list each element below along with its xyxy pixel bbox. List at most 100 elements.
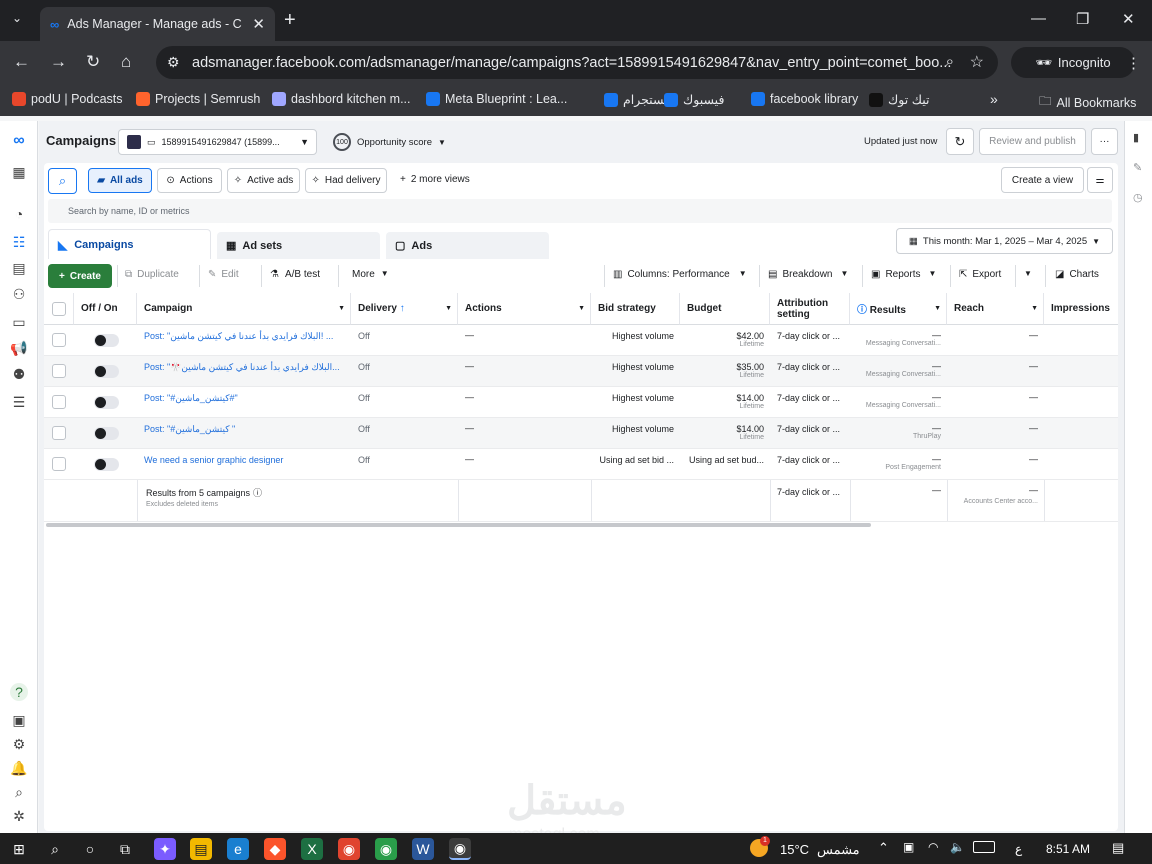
url-input[interactable]: ⚙ adsmanager.facebook.com/adsmanager/man… <box>156 46 998 79</box>
debug-icon[interactable]: ✲ <box>10 807 28 825</box>
weather-temp[interactable]: 15°C <box>780 842 809 857</box>
wifi-icon[interactable]: ◠ <box>928 840 938 854</box>
select-all-checkbox[interactable] <box>51 301 66 316</box>
refresh-button[interactable]: ↻ <box>946 128 974 155</box>
reports-button[interactable]: ▣ Reports ▼ <box>871 269 936 280</box>
tab-search-icon[interactable]: ⌄ <box>12 11 22 25</box>
row-toggle-cell[interactable] <box>74 449 137 479</box>
language-indicator[interactable]: ع <box>1015 842 1022 856</box>
row-checkbox[interactable] <box>52 457 66 471</box>
campaign-name-link[interactable]: Post: "#كيتشن_ماشين " <box>144 418 344 448</box>
bookmark-star-icon[interactable]: ☆ <box>970 52 984 72</box>
account-selector[interactable]: ▭ 1589915491629847 (15899... ▼ <box>118 129 317 155</box>
zoom-icon[interactable]: ⌕ <box>946 53 954 70</box>
browser-menu-icon[interactable]: ⋮ <box>1126 54 1141 72</box>
tab-ads[interactable]: ▢ Ads <box>386 232 549 259</box>
incognito-badge[interactable]: 🕶 Incognito <box>1011 47 1135 78</box>
history-icon[interactable]: ◷ <box>1133 191 1143 204</box>
meta-logo-icon[interactable]: ∞ <box>10 132 28 150</box>
audiences-icon[interactable]: ⚇ <box>10 285 28 303</box>
bookmark-item[interactable]: Meta Blueprint : Lea... <box>426 92 567 106</box>
cortana-icon[interactable]: ○ <box>79 838 101 860</box>
view-all-ads[interactable]: ▰ All ads <box>88 168 152 193</box>
row-toggle-cell[interactable] <box>74 325 137 355</box>
site-info-icon[interactable]: ⚙ <box>167 54 180 71</box>
row-select-cell[interactable] <box>44 387 74 417</box>
header-results[interactable]: ⓘ Results ▼ <box>850 293 947 325</box>
tray-app-icon[interactable]: ▣ <box>903 840 914 854</box>
opportunity-score[interactable]: 100 Opportunity score ▼ <box>333 133 446 151</box>
campaign-toggle[interactable] <box>94 333 119 347</box>
search-toggle-button[interactable]: ⌕ <box>48 168 77 194</box>
edge-icon[interactable]: e <box>227 838 249 860</box>
search-input[interactable]: Search by name, ID or metrics <box>48 199 1112 223</box>
copilot-icon[interactable]: ✦ <box>154 838 176 860</box>
table-row[interactable]: We need a senior graphic designer Off — Usi… <box>44 449 1118 480</box>
close-window-icon[interactable]: ✕ <box>1122 10 1135 28</box>
bookmark-item[interactable]: podU | Podcasts <box>12 92 123 106</box>
bookmarks-overflow-icon[interactable]: » <box>990 91 998 107</box>
header-campaign[interactable]: Campaign ▼ <box>137 293 351 325</box>
bookmark-item[interactable]: تيك توك <box>869 92 930 107</box>
weather-text[interactable]: مشمس <box>817 842 860 858</box>
export-dropdown-icon[interactable]: ▼ <box>1024 269 1032 278</box>
duplicate-button[interactable]: ⧉ Duplicate <box>125 269 179 280</box>
windows-start-icon[interactable]: ⊞ <box>8 838 30 860</box>
view-had-delivery[interactable]: ✧ Had delivery <box>305 168 387 193</box>
people-icon[interactable]: ⚉ <box>10 365 28 383</box>
campaign-toggle[interactable] <box>94 395 119 409</box>
header-select-all[interactable] <box>44 293 74 325</box>
maximize-icon[interactable]: ❐ <box>1076 10 1089 28</box>
more-views-button[interactable]: +2 more views <box>400 174 470 185</box>
info-icon[interactable]: ⓘ <box>253 486 262 499</box>
all-tools-icon[interactable]: ☰ <box>10 393 28 411</box>
create-button[interactable]: + Create <box>48 264 112 288</box>
horizontal-scrollbar[interactable] <box>46 523 871 527</box>
header-bid-strategy[interactable]: Bid strategy <box>591 293 680 325</box>
view-actions[interactable]: ⊙ Actions <box>157 168 222 193</box>
create-view-button[interactable]: Create a view <box>1001 167 1084 193</box>
breakdown-button[interactable]: ▤ Breakdown ▼ <box>768 269 848 280</box>
row-select-cell[interactable] <box>44 418 74 448</box>
campaign-name-link[interactable]: Post: "البلاك فرايدي بدأ عندنا في كيتشن … <box>144 325 344 355</box>
feedback-icon[interactable]: ▣ <box>10 711 28 729</box>
tray-chevron-icon[interactable]: ⌃ <box>878 840 889 856</box>
close-tab-icon[interactable]: ✕ <box>252 15 265 33</box>
brave-icon[interactable]: ◆ <box>264 838 286 860</box>
more-button[interactable]: More ▼ <box>352 269 389 280</box>
row-checkbox[interactable] <box>52 426 66 440</box>
row-checkbox[interactable] <box>52 364 66 378</box>
chrome-icon[interactable]: ◉ <box>338 838 360 860</box>
header-budget[interactable]: Budget <box>680 293 770 325</box>
clock[interactable]: 8:51 AM <box>1046 842 1090 856</box>
taskbar-search-icon[interactable]: ⌕ <box>44 838 66 860</box>
campaign-name-link[interactable]: Post: "#كيتشن_ماشين#" <box>144 387 344 417</box>
ab-test-button[interactable]: ⚗ A/B test <box>270 269 320 280</box>
header-actions[interactable]: Actions ▼ <box>458 293 591 325</box>
row-checkbox[interactable] <box>52 333 66 347</box>
campaign-toggle[interactable] <box>94 426 119 440</box>
home-icon[interactable]: ⌂ <box>121 52 131 72</box>
edit-pencil-icon[interactable]: ✎ <box>1133 161 1142 174</box>
chrome-profile-icon[interactable]: ◉ <box>375 838 397 860</box>
edit-button[interactable]: ✎ Edit <box>208 269 239 280</box>
header-delivery[interactable]: Delivery ↑ ▼ <box>351 293 458 325</box>
columns-button[interactable]: ▥ Columns: Performance ▼ <box>613 269 747 280</box>
bookmark-item[interactable]: انستجرام <box>604 92 671 107</box>
view-active-ads[interactable]: ✧ Active ads <box>227 168 300 193</box>
excel-icon[interactable]: X <box>301 838 323 860</box>
minimize-icon[interactable]: — <box>1031 10 1046 27</box>
notification-center-icon[interactable]: ▤ <box>1112 840 1124 856</box>
overview-icon[interactable]: ◔ <box>10 205 28 223</box>
header-reach[interactable]: Reach ▼ <box>947 293 1044 325</box>
view-settings-button[interactable]: ⚌ <box>1087 167 1113 193</box>
row-select-cell[interactable] <box>44 449 74 479</box>
search-icon[interactable]: ⌕ <box>10 783 28 801</box>
reload-icon[interactable]: ↻ <box>86 52 100 72</box>
table-row[interactable]: Post: "🎌البلاك فرايدي بدأ عندنا في كيتشن… <box>44 356 1118 387</box>
header-impressions[interactable]: Impressions <box>1044 293 1118 325</box>
help-icon[interactable]: ? <box>10 683 28 701</box>
volume-icon[interactable]: 🔈 <box>950 840 965 854</box>
account-avatar-icon[interactable]: ▦ <box>10 163 28 181</box>
row-checkbox[interactable] <box>52 395 66 409</box>
